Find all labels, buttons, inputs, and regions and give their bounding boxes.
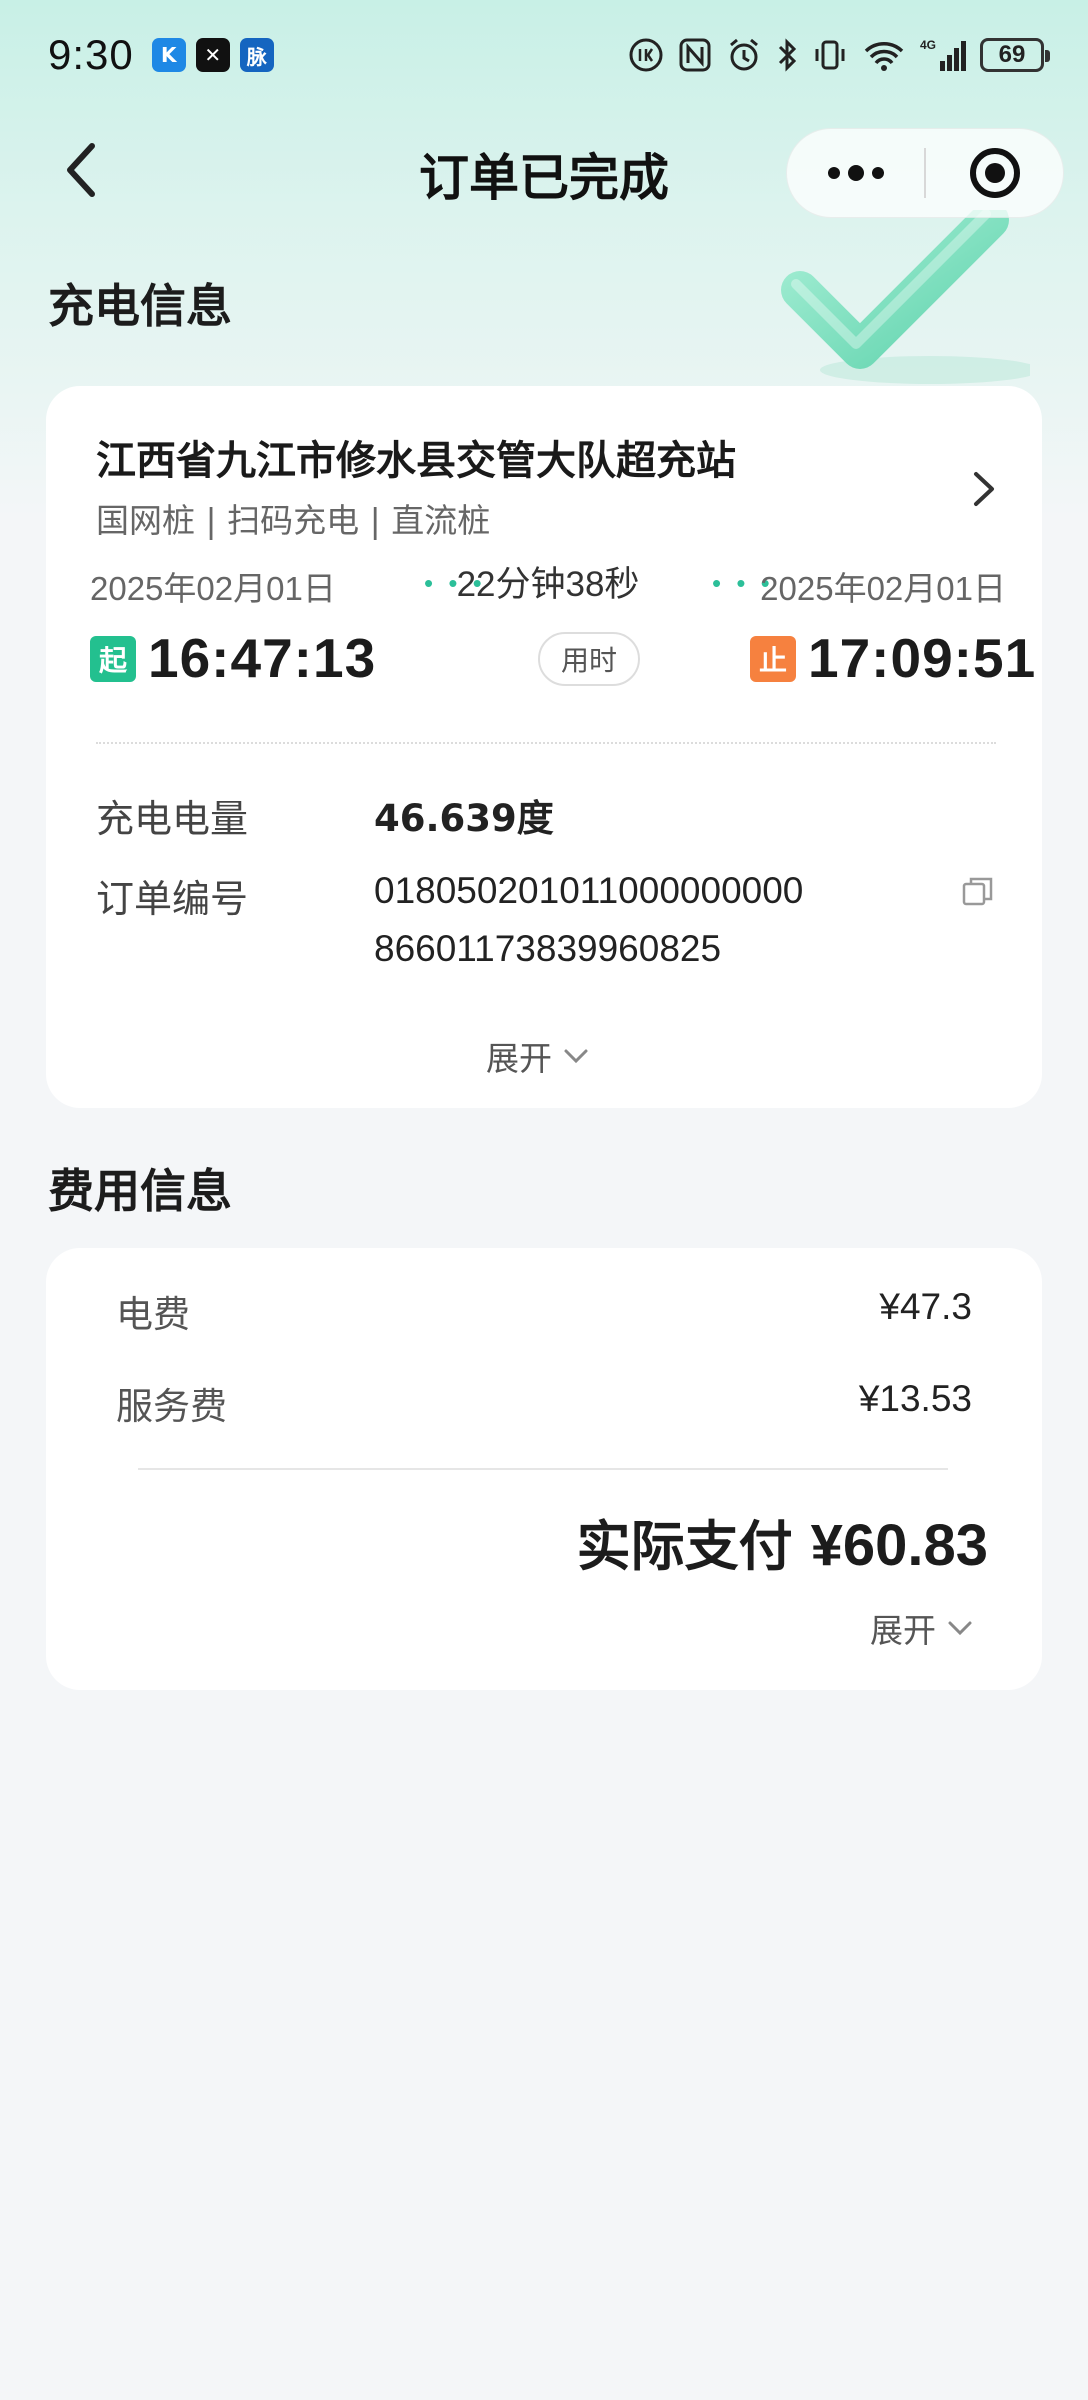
fee-info-card: 电费 ¥47.3 服务费 ¥13.53 实际支付 ¥60.83 展开 bbox=[46, 1248, 1042, 1690]
total-paid-value: ¥60.83 bbox=[810, 1513, 988, 1578]
total-paid-label: 实际支付 bbox=[576, 1515, 793, 1578]
alarm-icon bbox=[730, 38, 758, 71]
more-button[interactable] bbox=[787, 129, 924, 217]
order-number-line1: 018050201011000000000 bbox=[374, 870, 804, 911]
end-date: 2025年02月01日 bbox=[760, 570, 1006, 607]
nfc-icon bbox=[679, 38, 711, 72]
order-number-label: 订单编号 bbox=[96, 877, 249, 921]
target-close-icon bbox=[969, 148, 1020, 198]
wifi-icon bbox=[864, 42, 904, 71]
nav-bar: 订单已完成 bbox=[0, 118, 1088, 222]
station-name[interactable]: 江西省九江市修水县交管大队超充站 bbox=[96, 428, 736, 486]
start-time: 16:47:13 bbox=[148, 627, 377, 689]
electricity-fee-value: ¥47.3 bbox=[879, 1286, 972, 1327]
status-app-icons: K ✕ 脉 bbox=[151, 38, 274, 72]
chevron-right-icon[interactable] bbox=[964, 464, 1004, 514]
hd-call-icon bbox=[629, 38, 663, 72]
status-time: 9:30 bbox=[48, 31, 134, 78]
close-miniprogram-button[interactable] bbox=[926, 129, 1063, 217]
battery-indicator: 69 bbox=[980, 38, 1050, 72]
status-indicators: 4G 69 bbox=[628, 37, 1050, 73]
copy-icon[interactable] bbox=[960, 874, 996, 910]
svg-text:4G: 4G bbox=[920, 38, 936, 52]
card-divider bbox=[96, 742, 996, 744]
end-time: 17:09:51 bbox=[808, 627, 1037, 689]
x-app-icon: ✕ bbox=[195, 38, 230, 72]
charging-time-row: 起 16:47:13 用时 止 17:09:51 bbox=[90, 626, 1035, 696]
end-tag: 止 bbox=[750, 636, 796, 682]
fee-expand-button[interactable]: 展开 bbox=[870, 1604, 974, 1652]
service-fee-value: ¥13.53 bbox=[858, 1378, 972, 1419]
order-number-line2: 86601173839960825 bbox=[374, 928, 722, 969]
mai-app-icon: 脉 bbox=[239, 38, 274, 72]
fee-expand-label: 展开 bbox=[870, 1611, 936, 1650]
charging-section-title: 充电信息 bbox=[48, 279, 232, 333]
fee-divider bbox=[138, 1468, 948, 1470]
electricity-fee-label: 电费 bbox=[116, 1293, 190, 1336]
more-dots-icon bbox=[827, 165, 884, 181]
completed-check-illustration bbox=[781, 210, 1030, 384]
status-bar: 9:30 K ✕ 脉 4G 69 bbox=[0, 0, 1088, 110]
chevron-down-icon bbox=[948, 1621, 972, 1636]
duration-badge: 用时 bbox=[538, 632, 640, 686]
service-fee-label: 服务费 bbox=[116, 1385, 227, 1428]
bluetooth-icon bbox=[778, 38, 797, 72]
energy-value: 46.639度 bbox=[374, 797, 554, 840]
charging-date-row: 2025年02月01日 • • • 22分钟38秒 • • • 2025年02月… bbox=[90, 556, 1006, 607]
station-tags: 国网桩 | 扫码充电 | 直流桩 bbox=[96, 501, 491, 540]
charging-expand-button[interactable]: 展开 bbox=[486, 1032, 590, 1080]
cellular-signal-icon: 4G bbox=[920, 38, 966, 71]
energy-label: 充电电量 bbox=[96, 797, 249, 841]
start-tag: 起 bbox=[90, 636, 136, 682]
fee-section-title: 费用信息 bbox=[48, 1164, 232, 1218]
total-paid: 实际支付 ¥60.83 bbox=[577, 1502, 988, 1581]
vibrate-icon bbox=[815, 40, 845, 70]
charging-info-card: 江西省九江市修水县交管大队超充站 国网桩 | 扫码充电 | 直流桩 2025年0… bbox=[46, 386, 1042, 1108]
k-app-icon: K bbox=[151, 38, 186, 72]
expand-label: 展开 bbox=[486, 1039, 552, 1078]
chevron-down-icon bbox=[564, 1049, 588, 1064]
mini-program-capsule bbox=[786, 128, 1064, 218]
